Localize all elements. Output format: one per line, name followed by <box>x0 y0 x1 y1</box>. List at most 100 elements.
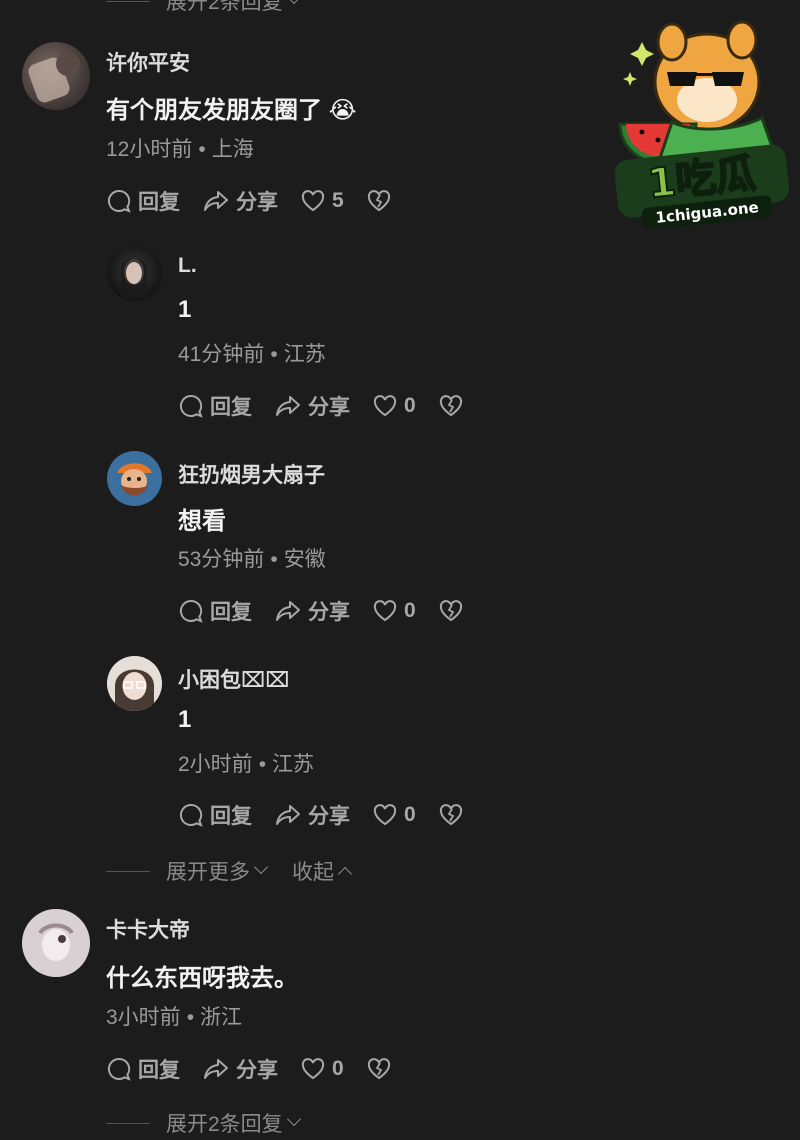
comment-text: 1 <box>178 706 192 733</box>
avatar[interactable] <box>107 656 162 711</box>
dislike-button[interactable] <box>366 1057 392 1081</box>
like-button[interactable]: 0 <box>300 1057 344 1081</box>
comment-text-body: 有个朋友发朋友圈了 <box>106 97 322 124</box>
comment-author[interactable]: 许你平安 <box>106 47 190 77</box>
share-icon <box>276 601 300 621</box>
dislike-button[interactable] <box>366 189 392 213</box>
share-label: 分享 <box>308 805 350 828</box>
like-count: 0 <box>332 1057 344 1080</box>
like-button[interactable]: 5 <box>300 189 344 213</box>
comment-meta: 3小时前 • 浙江 <box>106 1006 243 1029</box>
comment-actions: 回复 分享 0 <box>178 596 486 626</box>
reply-label: 回复 <box>138 191 180 214</box>
share-button[interactable]: 分享 <box>274 391 350 421</box>
expand-more-button[interactable]: 展开更多 <box>166 856 269 886</box>
share-icon <box>276 805 300 825</box>
reply-label: 回复 <box>210 396 252 419</box>
dislike-button[interactable] <box>438 803 464 827</box>
like-button[interactable]: 0 <box>372 394 416 418</box>
dislike-button[interactable] <box>438 599 464 623</box>
divider-line <box>106 1122 150 1124</box>
dislike-button[interactable] <box>438 394 464 418</box>
share-button[interactable]: 分享 <box>274 800 350 830</box>
comment-location: 江苏 <box>283 343 326 366</box>
comment-meta: 12小时前 • 上海 <box>106 138 254 161</box>
reply-button[interactable]: 回复 <box>178 596 252 626</box>
comment-location: 安徽 <box>283 548 326 571</box>
comment-actions: 回复 分享 0 <box>106 1054 414 1084</box>
comment-text: 想看 <box>178 508 226 535</box>
like-count: 0 <box>404 803 416 826</box>
reply-icon <box>107 189 131 213</box>
comment-actions: 回复 分享 0 <box>178 800 486 830</box>
divider-line <box>106 870 150 872</box>
reply-button[interactable]: 回复 <box>178 800 252 830</box>
heart-icon <box>373 600 397 622</box>
reply-icon <box>179 599 203 623</box>
expand-more-label: 展开更多 <box>166 861 250 884</box>
reply-button[interactable]: 回复 <box>106 1054 180 1084</box>
chevron-down-icon <box>286 0 301 5</box>
reply-icon <box>107 1057 131 1081</box>
crying-emoji: 😭 <box>328 97 357 124</box>
expand-more-row: 展开更多 收起 <box>106 856 353 886</box>
comment-author[interactable]: 卡卡大帝 <box>106 914 190 944</box>
chevron-down-icon <box>286 1111 301 1127</box>
expand-replies-label: 展开2条回复 <box>166 0 283 14</box>
heart-icon <box>373 804 397 826</box>
heart-icon <box>373 395 397 417</box>
comment-author[interactable]: 狂扔烟男大扇子 <box>178 459 325 489</box>
comment-time: 53分钟前 <box>178 548 265 571</box>
reply-button[interactable]: 回复 <box>178 391 252 421</box>
comment-actions: 回复 分享 0 <box>178 391 486 421</box>
comment-meta: 41分钟前 • 江苏 <box>178 343 326 366</box>
comment-author[interactable]: 小困包⌧⌧ <box>178 664 289 694</box>
share-icon <box>204 1059 228 1079</box>
collapse-label: 收起 <box>292 861 334 884</box>
chevron-down-icon <box>253 859 269 875</box>
share-icon <box>204 191 228 211</box>
like-count: 0 <box>404 599 416 622</box>
avatar[interactable] <box>107 451 162 506</box>
broken-heart-icon <box>439 600 462 622</box>
collapse-button[interactable]: 收起 <box>292 856 353 886</box>
avatar[interactable] <box>22 909 90 977</box>
comment-location: 江苏 <box>272 753 315 776</box>
expand-replies-label: 展开2条回复 <box>166 1113 283 1136</box>
share-button[interactable]: 分享 <box>274 596 350 626</box>
comment-time: 2小时前 <box>178 753 253 776</box>
broken-heart-icon <box>367 190 390 212</box>
like-count: 5 <box>332 189 344 212</box>
share-button[interactable]: 分享 <box>202 1054 278 1084</box>
comment-text: 1 <box>178 296 192 323</box>
share-label: 分享 <box>308 396 350 419</box>
broken-heart-icon <box>439 395 462 417</box>
reply-icon <box>179 803 203 827</box>
comment-actions: 回复 分享 5 <box>106 186 414 216</box>
comment-meta: 2小时前 • 江苏 <box>178 753 315 776</box>
reply-label: 回复 <box>138 1059 180 1082</box>
avatar[interactable] <box>22 42 90 110</box>
comment-meta: 53分钟前 • 安徽 <box>178 548 326 571</box>
heart-icon <box>301 190 325 212</box>
comment-text: 有个朋友发朋友圈了 😭 <box>106 90 357 125</box>
expand-replies-top[interactable]: 展开2条回复 <box>106 0 301 16</box>
watermark-logo: 1吃瓜 1chigua.one <box>612 12 792 230</box>
expand-replies-bottom[interactable]: 展开2条回复 <box>106 1108 301 1138</box>
share-icon <box>276 396 300 416</box>
reply-label: 回复 <box>210 805 252 828</box>
reply-button[interactable]: 回复 <box>106 186 180 216</box>
like-button[interactable]: 0 <box>372 803 416 827</box>
comment-author[interactable]: L. <box>178 254 197 278</box>
like-button[interactable]: 0 <box>372 599 416 623</box>
broken-heart-icon <box>439 804 462 826</box>
share-label: 分享 <box>308 601 350 624</box>
like-count: 0 <box>404 394 416 417</box>
reply-icon <box>179 394 203 418</box>
broken-heart-icon <box>367 1058 390 1080</box>
share-button[interactable]: 分享 <box>202 186 278 216</box>
heart-icon <box>301 1058 325 1080</box>
comment-text: 什么东西呀我去。 <box>106 965 298 992</box>
avatar[interactable] <box>107 246 162 301</box>
reply-label: 回复 <box>210 601 252 624</box>
